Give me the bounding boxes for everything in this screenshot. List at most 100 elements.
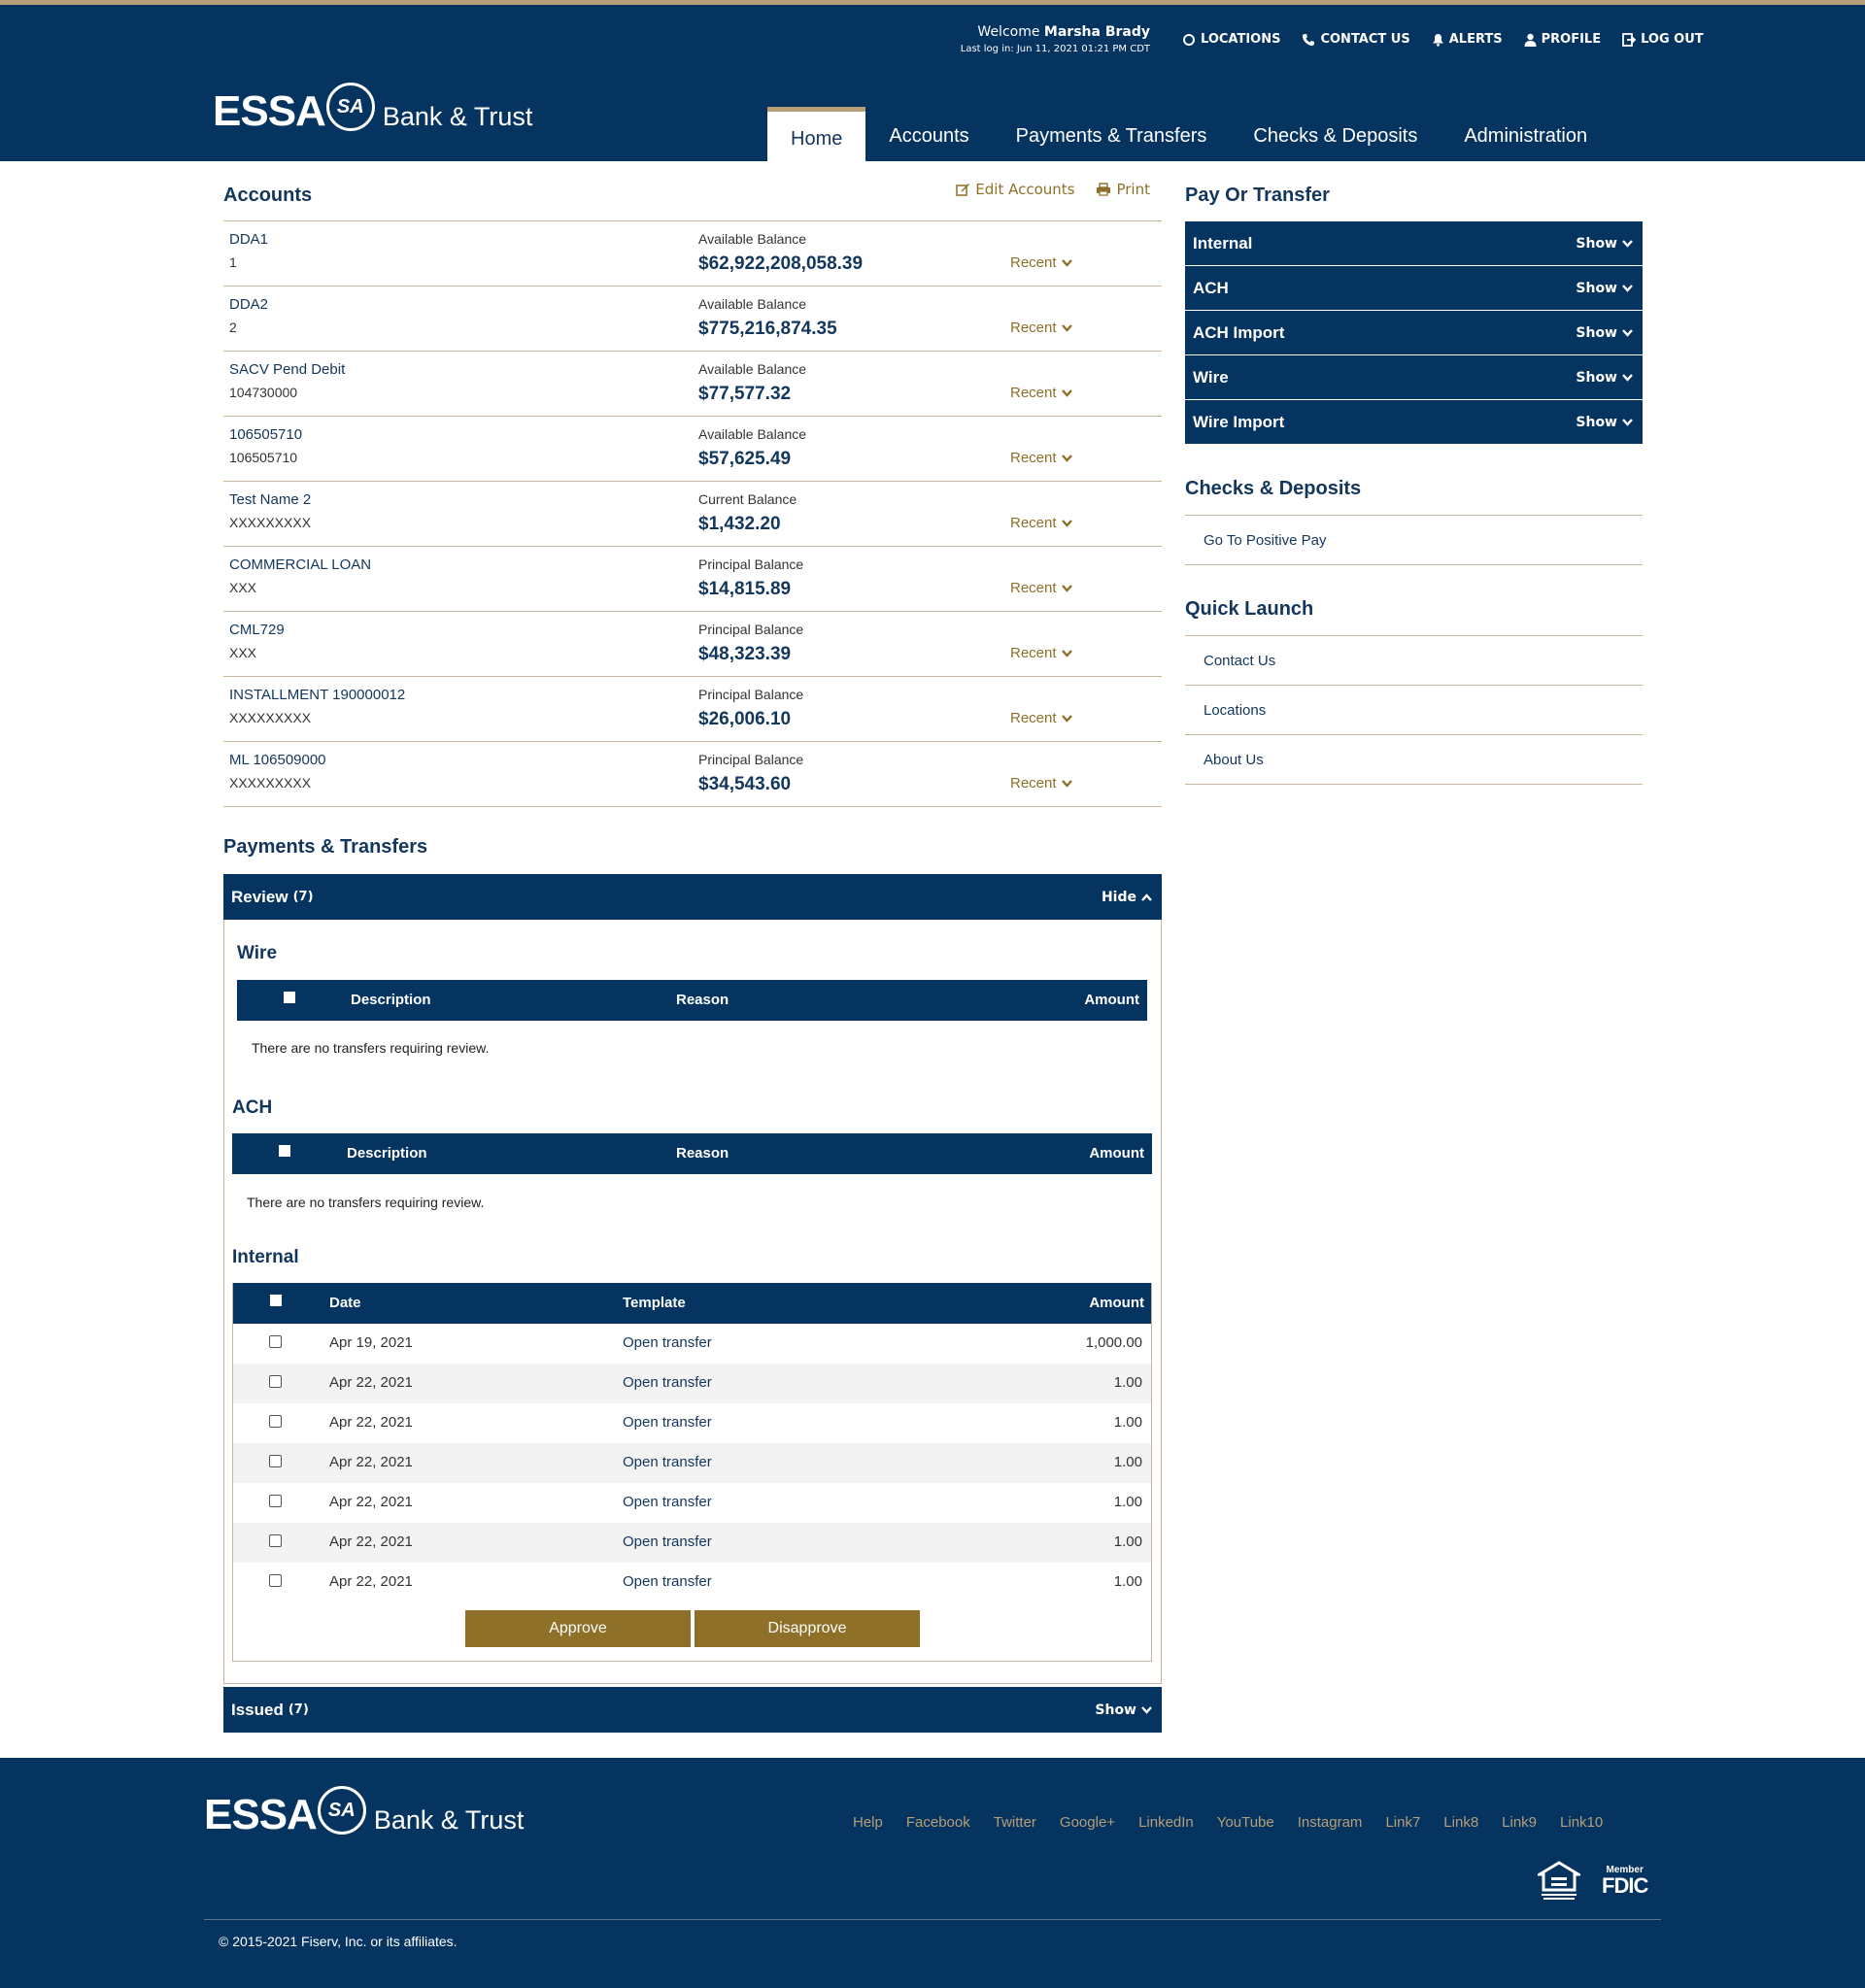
footer-logo[interactable]: ESSA SA Bank & Trust (204, 1778, 524, 1836)
transfer-template[interactable]: Open transfer (623, 1533, 712, 1550)
footer-link-link7[interactable]: Link7 (1385, 1814, 1420, 1831)
transfer-template[interactable]: Open transfer (623, 1454, 712, 1470)
transfer-template[interactable]: Open transfer (623, 1414, 712, 1431)
edit-accounts-link[interactable]: Edit Accounts (956, 181, 1074, 198)
review-bar[interactable]: Review (7) Hide (223, 874, 1162, 920)
pay-item-show-toggle[interactable]: Show (1576, 281, 1633, 296)
row-checkbox[interactable] (269, 1335, 282, 1348)
pay-item-show-toggle[interactable]: Show (1576, 325, 1633, 341)
equal-housing-icon (1538, 1861, 1580, 1900)
checks-link-go-to-positive-pay[interactable]: Go To Positive Pay (1185, 516, 1643, 565)
transfer-template[interactable]: Open transfer (623, 1494, 712, 1510)
footer-link-link10[interactable]: Link10 (1560, 1814, 1603, 1831)
pay-item-internal[interactable]: Internal Show (1185, 221, 1643, 266)
issued-show-toggle[interactable]: Show (1095, 1702, 1152, 1718)
recent-toggle[interactable]: Recent (1010, 775, 1072, 792)
pay-item-show-toggle[interactable]: Show (1576, 415, 1633, 430)
footer-link-twitter[interactable]: Twitter (994, 1814, 1036, 1831)
footer-link-help[interactable]: Help (853, 1814, 883, 1831)
nav-home[interactable]: Home (767, 107, 866, 166)
ach-col-amount: Amount (1089, 1145, 1144, 1162)
account-name[interactable]: 106505710 (229, 426, 302, 443)
nav-administration[interactable]: Administration (1441, 107, 1611, 166)
issued-label: Issued (231, 1700, 284, 1719)
footer-link-linkedin[interactable]: LinkedIn (1138, 1814, 1194, 1831)
util-alerts-label: ALERTS (1448, 32, 1503, 47)
pay-item-show-toggle[interactable]: Show (1576, 370, 1633, 386)
print-link[interactable]: Print (1096, 181, 1150, 198)
balance-label: Current Balance (698, 491, 797, 507)
review-hide-toggle[interactable]: Hide (1102, 890, 1152, 905)
pay-item-label: ACH Import (1193, 322, 1285, 342)
recent-toggle[interactable]: Recent (1010, 580, 1072, 596)
recent-toggle[interactable]: Recent (1010, 710, 1072, 726)
pay-item-show-toggle[interactable]: Show (1576, 236, 1633, 252)
row-checkbox[interactable] (269, 1495, 282, 1507)
account-name[interactable]: DDA1 (229, 231, 268, 248)
util-locations[interactable]: LOCATIONS (1182, 32, 1280, 47)
account-name[interactable]: ML 106509000 (229, 752, 326, 768)
copyright: © 2015-2021 Fiserv, Inc. or its affiliat… (219, 1934, 458, 1949)
recent-label: Recent (1010, 645, 1057, 661)
util-log-out[interactable]: LOG OUT (1622, 32, 1704, 47)
footer-link-instagram[interactable]: Instagram (1298, 1814, 1363, 1831)
row-checkbox[interactable] (269, 1455, 282, 1467)
quick-link-contact-us[interactable]: Contact Us (1185, 636, 1643, 686)
nav-checks-deposits[interactable]: Checks & Deposits (1230, 107, 1441, 166)
nav-accounts[interactable]: Accounts (865, 107, 992, 166)
chevron-down-icon (1061, 649, 1072, 657)
account-row: ML 106509000 XXXXXXXXX Principal Balance $3… (223, 742, 1162, 807)
quick-link-about-us[interactable]: About Us (1185, 735, 1643, 785)
user-icon (1524, 33, 1537, 47)
quick-link-locations[interactable]: Locations (1185, 686, 1643, 735)
fdic-badge: Member FDIC (1602, 1866, 1648, 1897)
account-name[interactable]: Test Name 2 (229, 491, 311, 508)
row-checkbox[interactable] (269, 1534, 282, 1547)
recent-toggle[interactable]: Recent (1010, 450, 1072, 466)
footer-link-google[interactable]: Google+ (1060, 1814, 1115, 1831)
chevron-down-icon (1061, 519, 1072, 527)
balance-value: $62,922,208,058.39 (698, 253, 864, 274)
footer-link-youtube[interactable]: YouTube (1217, 1814, 1274, 1831)
footer-link-facebook[interactable]: Facebook (906, 1814, 970, 1831)
pay-item-ach-import[interactable]: ACH Import Show (1185, 311, 1643, 355)
transfer-template[interactable]: Open transfer (623, 1573, 712, 1590)
footer-link-link9[interactable]: Link9 (1502, 1814, 1537, 1831)
wire-select-all-checkbox[interactable] (284, 992, 295, 1003)
recent-toggle[interactable]: Recent (1010, 515, 1072, 531)
bank-logo[interactable]: ESSA SA Bank & Trust (213, 75, 532, 133)
print-icon (1097, 183, 1111, 196)
account-name[interactable]: INSTALLMENT 190000012 (229, 687, 405, 703)
util-contact-us[interactable]: CONTACT US (1302, 32, 1410, 47)
show-label: Show (1576, 324, 1617, 341)
ach-select-all-checkbox[interactable] (279, 1145, 290, 1157)
approve-button[interactable]: Approve (465, 1610, 691, 1647)
pay-item-wire[interactable]: Wire Show (1185, 355, 1643, 400)
issued-bar[interactable]: Issued (7) Show (223, 1687, 1162, 1733)
nav-payments-transfers[interactable]: Payments & Transfers (993, 107, 1231, 166)
account-name[interactable]: SACV Pend Debit (229, 361, 345, 378)
account-name[interactable]: DDA2 (229, 296, 268, 313)
transfer-date: Apr 22, 2021 (329, 1374, 413, 1391)
row-checkbox[interactable] (269, 1415, 282, 1428)
footer-link-link8[interactable]: Link8 (1443, 1814, 1478, 1831)
row-checkbox[interactable] (269, 1574, 282, 1587)
disapprove-button[interactable]: Disapprove (695, 1610, 920, 1647)
internal-select-all-checkbox[interactable] (270, 1295, 282, 1306)
transfer-template[interactable]: Open transfer (623, 1334, 712, 1351)
recent-toggle[interactable]: Recent (1010, 254, 1072, 271)
row-checkbox[interactable] (269, 1375, 282, 1388)
transfer-date: Apr 22, 2021 (329, 1533, 413, 1550)
util-alerts[interactable]: ALERTS (1432, 32, 1503, 47)
recent-toggle[interactable]: Recent (1010, 645, 1072, 661)
balance-label: Principal Balance (698, 556, 804, 572)
recent-toggle[interactable]: Recent (1010, 320, 1072, 336)
account-name[interactable]: COMMERCIAL LOAN (229, 556, 371, 573)
pay-item-ach[interactable]: ACH Show (1185, 266, 1643, 311)
account-name[interactable]: CML729 (229, 622, 285, 638)
transfer-template[interactable]: Open transfer (623, 1374, 712, 1391)
util-profile[interactable]: PROFILE (1524, 32, 1601, 47)
pay-item-wire-import[interactable]: Wire Import Show (1185, 400, 1643, 445)
recent-toggle[interactable]: Recent (1010, 385, 1072, 401)
account-row: SACV Pend Debit 104730000 Available Balanc… (223, 352, 1162, 417)
